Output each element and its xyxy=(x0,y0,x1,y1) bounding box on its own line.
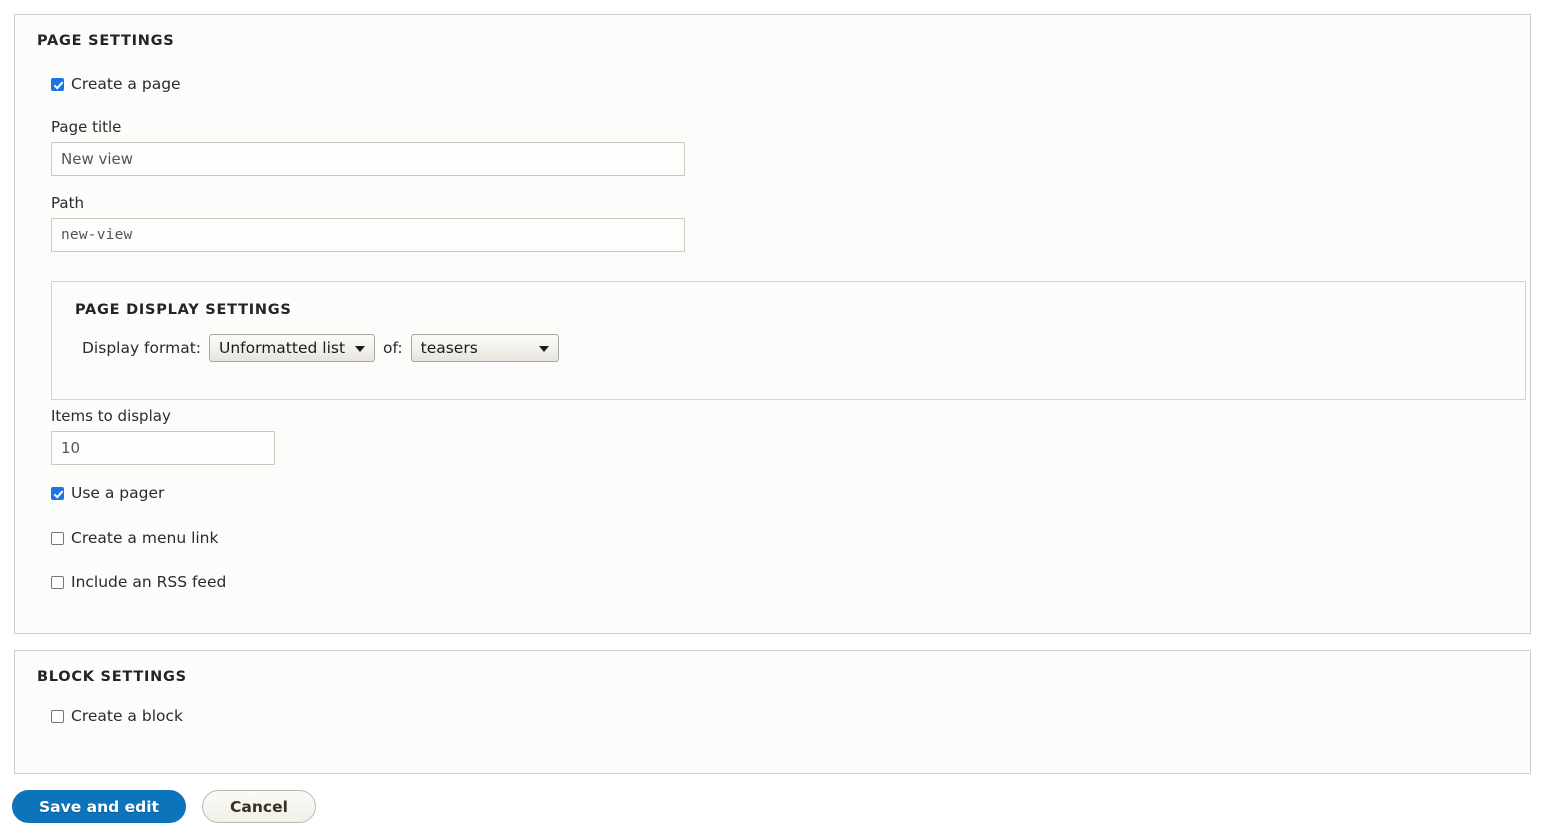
create-page-checkbox-row[interactable]: Create a page xyxy=(51,75,181,93)
display-format-select[interactable]: Unformatted list xyxy=(209,334,375,362)
display-format-value: Unformatted list xyxy=(219,339,346,357)
display-format-row: Display format: Unformatted list of: tea… xyxy=(82,334,559,362)
include-rss-feed-checkbox[interactable] xyxy=(51,576,64,590)
page-display-settings-legend: Page display settings xyxy=(75,302,292,318)
include-rss-feed-checkbox-row[interactable]: Include an RSS feed xyxy=(51,573,227,591)
display-of-value: teasers xyxy=(420,339,478,357)
block-settings-legend: Block settings xyxy=(37,669,187,685)
display-format-label: Display format: xyxy=(82,339,201,357)
page-title-input[interactable] xyxy=(51,142,685,176)
use-pager-label: Use a pager xyxy=(71,484,165,502)
display-of-select[interactable]: teasers xyxy=(410,334,559,362)
form-actions: Save and edit Cancel xyxy=(12,790,316,823)
items-to-display-label: Items to display xyxy=(51,407,171,425)
save-and-edit-button[interactable]: Save and edit xyxy=(12,790,186,823)
create-block-checkbox[interactable] xyxy=(51,710,64,724)
page-title-label: Page title xyxy=(51,118,122,136)
page-settings-fieldset: Page settings Create a page Page title P… xyxy=(14,14,1531,634)
cancel-button[interactable]: Cancel xyxy=(202,790,316,823)
page-display-settings-fieldset: Page display settings Display format: Un… xyxy=(51,281,1526,400)
create-menu-link-label: Create a menu link xyxy=(71,529,219,547)
create-menu-link-checkbox-row[interactable]: Create a menu link xyxy=(51,529,219,547)
include-rss-feed-label: Include an RSS feed xyxy=(71,573,227,591)
create-block-label: Create a block xyxy=(71,707,183,725)
items-to-display-input[interactable] xyxy=(51,431,275,465)
create-menu-link-checkbox[interactable] xyxy=(51,532,64,546)
views-wizard-form: Page settings Create a page Page title P… xyxy=(0,0,1545,836)
create-page-label: Create a page xyxy=(71,75,181,93)
use-pager-checkbox[interactable] xyxy=(51,487,64,501)
create-page-checkbox[interactable] xyxy=(51,78,64,92)
path-label: Path xyxy=(51,194,84,212)
create-block-checkbox-row[interactable]: Create a block xyxy=(51,707,183,725)
display-of-label: of: xyxy=(383,339,403,357)
use-pager-checkbox-row[interactable]: Use a pager xyxy=(51,484,165,502)
path-input[interactable] xyxy=(51,218,685,252)
block-settings-fieldset: Block settings Create a block xyxy=(14,650,1531,774)
page-settings-legend: Page settings xyxy=(37,33,175,49)
